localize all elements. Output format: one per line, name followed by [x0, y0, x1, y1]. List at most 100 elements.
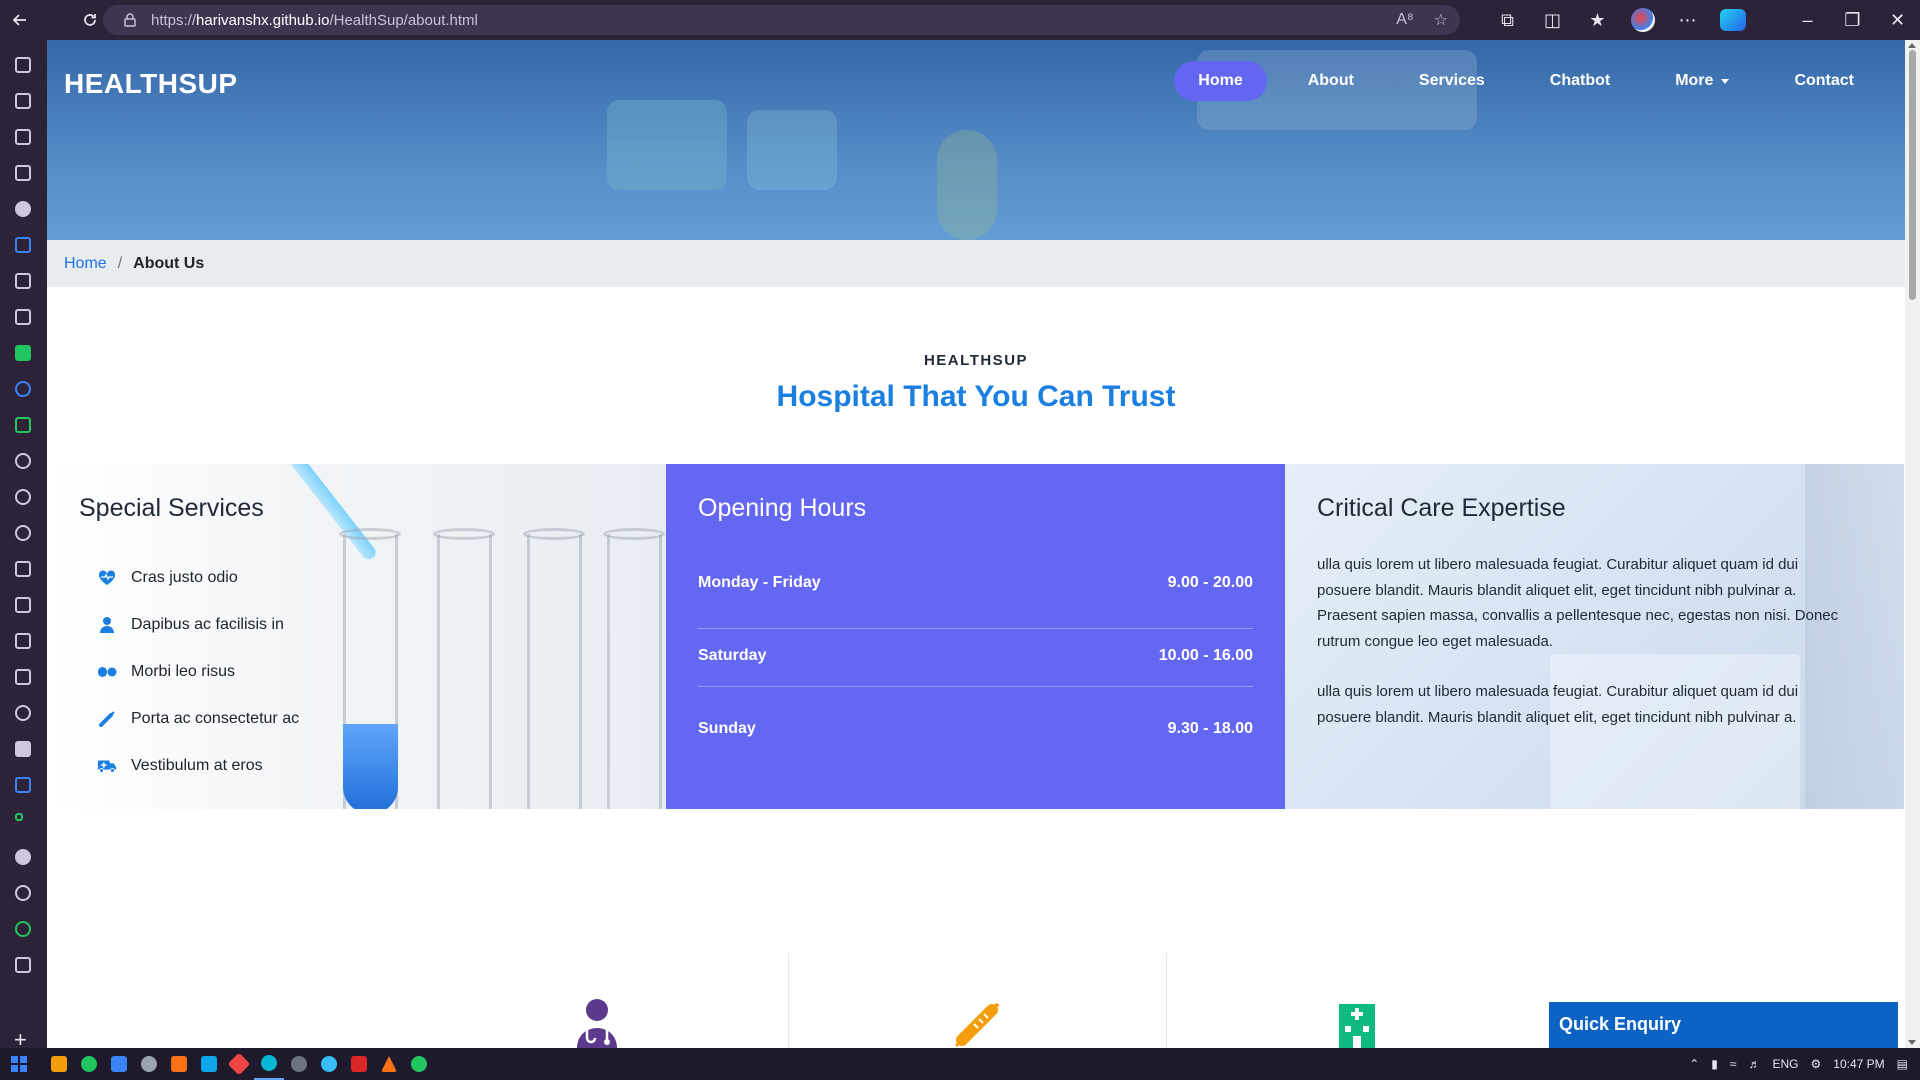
profile-avatar[interactable] [1620, 0, 1665, 40]
tab-icon[interactable] [15, 93, 31, 109]
vlc-icon[interactable] [374, 1048, 404, 1080]
file-explorer-icon[interactable] [44, 1048, 74, 1080]
active-tab-icon[interactable] [15, 741, 31, 757]
chrome-icon[interactable] [15, 453, 31, 469]
tab-icon[interactable] [15, 165, 31, 181]
gear-icon[interactable]: ⚙ [1811, 1057, 1822, 1071]
azure-icon[interactable] [15, 237, 31, 253]
user-doctor-icon [97, 615, 117, 635]
tab-icon[interactable] [15, 273, 31, 289]
split-screen-icon[interactable]: ◫ [1530, 0, 1575, 40]
chrome-icon[interactable] [15, 525, 31, 541]
opening-hours-panel: Opening Hours Monday - Friday 9.00 - 20.… [666, 464, 1285, 809]
scrollbar-thumb[interactable] [1909, 50, 1916, 300]
todo-icon[interactable] [104, 1048, 134, 1080]
new-tab-plus-icon[interactable]: + [14, 1029, 27, 1051]
special-services-heading: Special Services [79, 494, 264, 522]
git-icon[interactable] [224, 1048, 254, 1080]
critical-care-heading: Critical Care Expertise [1317, 494, 1566, 522]
breadcrumb-current: About Us [133, 254, 205, 272]
test-tube-image [607, 534, 662, 809]
more-options-icon[interactable]: ⋯ [1665, 0, 1710, 40]
breadcrumb-separator: / [117, 254, 123, 272]
tab-icon[interactable] [15, 129, 31, 145]
copilot-icon[interactable] [1710, 0, 1755, 40]
chevron-up-icon[interactable]: ⌃ [1689, 1057, 1699, 1071]
tab-icon[interactable] [15, 921, 31, 937]
windows-taskbar: ⌃ ▮ ≈ ♬ ENG ⚙ 10:47 PM ▤ [0, 1048, 1920, 1080]
notifications-icon[interactable]: ▤ [1897, 1057, 1908, 1071]
minimize-icon[interactable]: – [1785, 0, 1830, 40]
vertical-tabs-sidebar: + [0, 40, 47, 1051]
hours-time: 9.00 - 20.00 [1167, 574, 1253, 591]
github-icon[interactable] [15, 849, 31, 865]
critical-care-text: ulla quis lorem ut libero malesuada feug… [1317, 552, 1852, 755]
taskbar-app-icon[interactable] [74, 1048, 104, 1080]
nav-chatbot[interactable]: Chatbot [1526, 61, 1634, 101]
battery-icon[interactable]: ▮ [1711, 1057, 1718, 1071]
address-bar[interactable]: https://harivanshx.github.io/HealthSup/a… [103, 5, 1460, 35]
nav-more-dropdown[interactable]: More [1651, 61, 1753, 101]
ambulance-icon [97, 756, 117, 776]
tab-icon[interactable] [15, 417, 31, 433]
service-label: Morbi leo risus [131, 662, 236, 680]
whatsapp-icon[interactable] [404, 1048, 434, 1080]
edge-icon[interactable] [254, 1048, 284, 1080]
page-scrollbar[interactable] [1905, 40, 1920, 1048]
opening-hours-heading: Opening Hours [698, 494, 867, 522]
tab-icon[interactable] [15, 957, 31, 973]
favorite-star-icon[interactable]: ☆ [1434, 10, 1448, 30]
wifi-icon[interactable]: ≈ [1730, 1057, 1737, 1071]
section-title: Hospital That You Can Trust [776, 380, 1176, 413]
nav-home[interactable]: Home [1174, 61, 1267, 101]
tab-icon[interactable] [15, 813, 23, 821]
scroll-up-arrow-icon[interactable] [1908, 43, 1916, 48]
tab-actions-icon[interactable] [15, 57, 31, 73]
nav-contact[interactable]: Contact [1770, 61, 1878, 101]
caret-down-icon [1721, 78, 1730, 84]
nav-services[interactable]: Services [1395, 61, 1509, 101]
paragraph: ulla quis lorem ut libero malesuada feug… [1317, 683, 1799, 726]
tab-icon[interactable] [15, 381, 31, 397]
restore-icon[interactable]: ❐ [1830, 0, 1875, 40]
quick-enquiry-button[interactable]: Quick Enquiry [1549, 1002, 1898, 1048]
scroll-down-arrow-icon[interactable] [1908, 1040, 1916, 1045]
read-aloud-icon[interactable]: A⁸ [1396, 11, 1413, 29]
close-icon[interactable]: ✕ [1875, 0, 1920, 40]
hero-banner: HEALTHSUP Home About Services Chatbot Mo… [47, 40, 1905, 240]
tab-icon[interactable] [15, 309, 31, 325]
site-brand-logo[interactable]: HEALTHSUP [64, 68, 238, 100]
start-icon[interactable] [4, 1048, 34, 1080]
list-item: Porta ac consectetur ac [97, 695, 299, 742]
telegram-icon[interactable] [314, 1048, 344, 1080]
github-icon[interactable] [15, 201, 31, 217]
divider [698, 628, 1253, 629]
syringe-icon [97, 709, 117, 729]
nav-about[interactable]: About [1284, 61, 1378, 101]
tab-icon[interactable] [15, 669, 31, 685]
settings-icon[interactable] [284, 1048, 314, 1080]
vscode-icon[interactable] [194, 1048, 224, 1080]
language-indicator[interactable]: ENG [1773, 1057, 1799, 1071]
tab-icon[interactable] [15, 597, 31, 613]
taskbar-app-icon[interactable] [134, 1048, 164, 1080]
openai-icon[interactable] [15, 885, 31, 901]
chrome-icon[interactable] [15, 489, 31, 505]
taskbar-app-icon[interactable] [344, 1048, 374, 1080]
favorites-icon[interactable]: ★ [1575, 0, 1620, 40]
volume-icon[interactable]: ♬ [1749, 1057, 1761, 1071]
tab-icon[interactable] [15, 561, 31, 577]
nav-more-label: More [1675, 72, 1714, 89]
thermometer-icon [952, 998, 1004, 1048]
office-icon[interactable] [15, 345, 31, 361]
breadcrumb-home-link[interactable]: Home [64, 255, 107, 273]
brave-icon[interactable] [164, 1048, 194, 1080]
tab-icon[interactable] [15, 633, 31, 649]
azure-icon[interactable] [15, 777, 31, 793]
back-icon[interactable] [0, 0, 40, 40]
feature-panels: Special Services Cras justo odio Dapibus… [47, 464, 1905, 809]
extensions-icon[interactable]: ⧉ [1485, 0, 1530, 40]
tab-icon[interactable] [15, 705, 31, 721]
special-services-panel: Special Services Cras justo odio Dapibus… [47, 464, 666, 809]
clock[interactable]: 10:47 PM [1833, 1057, 1884, 1071]
